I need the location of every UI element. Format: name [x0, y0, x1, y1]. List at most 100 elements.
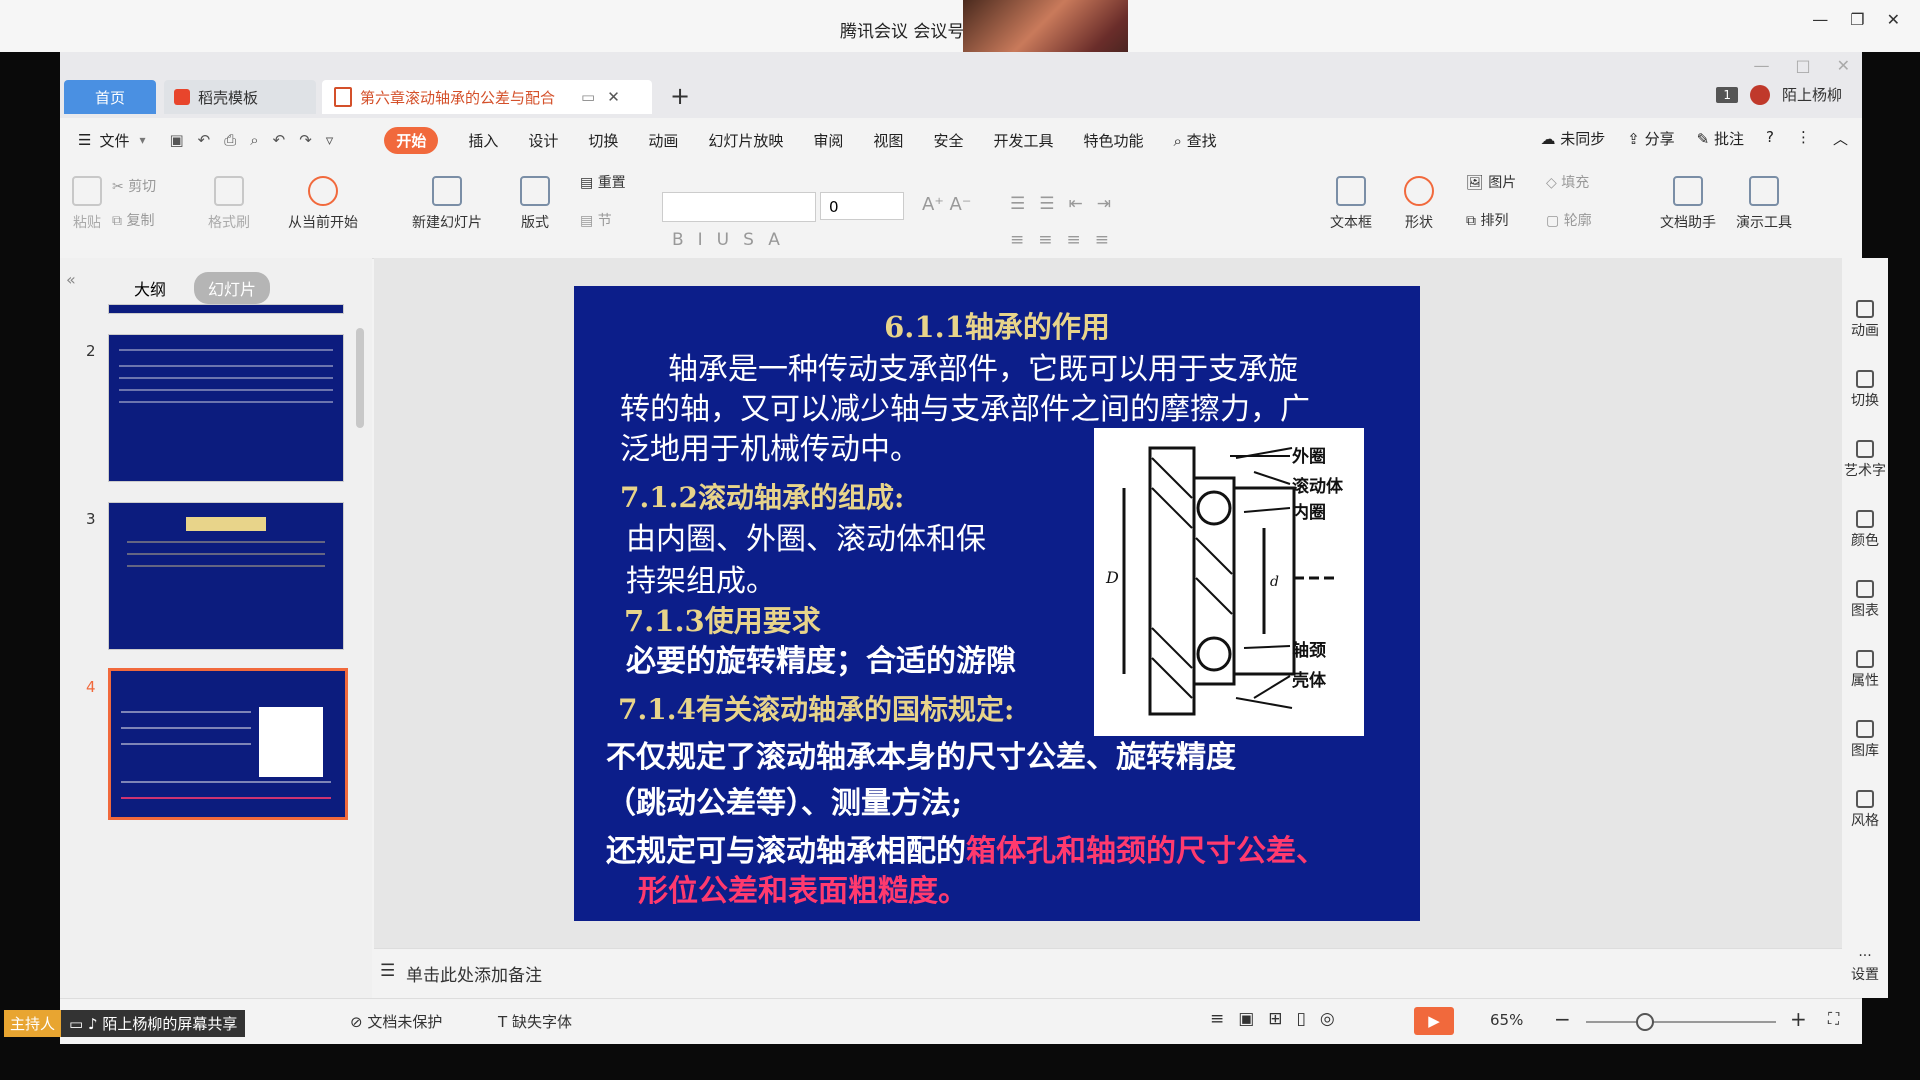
sidebar-style[interactable]: 风格 — [1842, 790, 1888, 830]
play-icon — [308, 176, 338, 206]
reset-button[interactable]: ▤ 重置 — [580, 172, 626, 192]
sidebar-gallery[interactable]: 图库 — [1842, 720, 1888, 760]
copy-button[interactable]: ⧉ 复制 — [112, 210, 154, 230]
user-name[interactable]: 陌上杨柳 — [1782, 84, 1842, 105]
collapse-ribbon-icon[interactable]: ︿ — [1833, 128, 1848, 149]
menu-transition[interactable]: 切换 — [588, 130, 618, 151]
layout-button[interactable]: 版式 — [520, 176, 550, 232]
doc-helper-button[interactable]: 文档助手 — [1660, 176, 1716, 232]
monitor-icon[interactable]: ▭ — [581, 88, 595, 106]
minimize-icon[interactable]: — — [1753, 56, 1769, 75]
slide-thumb-2[interactable] — [108, 334, 344, 482]
close-icon[interactable]: ✕ — [1887, 10, 1900, 29]
present-tools-label: 演示工具 — [1736, 215, 1792, 231]
user-avatar[interactable] — [1749, 84, 1770, 105]
sidebar-chart[interactable]: 图表 — [1842, 580, 1888, 620]
paste-button[interactable]: 粘贴 — [72, 176, 102, 232]
minimize-icon[interactable]: — — [1812, 10, 1828, 29]
notes-icon: ☰ — [380, 961, 396, 981]
present-tools-button[interactable]: 演示工具 — [1736, 176, 1792, 232]
more-icon[interactable]: ⋮ — [1796, 128, 1811, 149]
restore-icon[interactable]: ❐ — [1850, 10, 1864, 29]
menu-slideshow[interactable]: 幻灯片放映 — [708, 130, 783, 151]
tab-template[interactable]: 稻壳模板 — [164, 80, 316, 114]
close-tab-icon[interactable]: ✕ — [607, 88, 620, 106]
slide-thumb-3[interactable] — [108, 502, 344, 650]
close-icon[interactable]: ✕ — [1837, 56, 1850, 75]
zoom-level[interactable]: 65% — [1490, 1011, 1523, 1029]
current-slide[interactable]: 6.1.1轴承的作用 轴承是一种传动支承部件，它既可以用于支承旋 转的轴，又可以… — [574, 286, 1420, 921]
layout-label: 版式 — [521, 215, 549, 231]
slide-text: 由内圈、外圈、滚动体和保 — [626, 522, 986, 557]
fit-window-icon[interactable]: ⛶ — [1828, 1009, 1839, 1029]
notes-area[interactable]: ☰ 单击此处添加备注 — [374, 948, 1842, 999]
zoom-in-icon[interactable]: + — [1790, 1007, 1807, 1031]
slide-thumb-1[interactable] — [108, 304, 344, 314]
image-button[interactable]: 🖼 图片 — [1466, 172, 1516, 192]
zoom-out-icon[interactable]: − — [1554, 1007, 1571, 1031]
chevron-down-icon[interactable]: ▾ — [139, 133, 145, 147]
pane-scrollbar[interactable] — [356, 328, 364, 428]
tab-home[interactable]: 首页 — [64, 80, 156, 114]
sync-button[interactable]: ☁ 未同步 — [1540, 128, 1605, 149]
menu-file[interactable]: 文件 — [99, 130, 129, 151]
tab-document[interactable]: 第六章滚动轴承的公差与配合 ▭ ✕ — [322, 80, 652, 114]
menu-features[interactable]: 特色功能 — [1083, 130, 1143, 151]
view-mode-icons[interactable]: ≡▣⊞▯◎ — [1210, 1009, 1349, 1029]
sidebar-settings[interactable]: ··· 设置 — [1842, 948, 1888, 984]
sidebar-color[interactable]: 颜色 — [1842, 510, 1888, 550]
zoom-slider-handle[interactable] — [1636, 1013, 1654, 1031]
tab-slides[interactable]: 幻灯片 — [194, 272, 271, 304]
help-icon[interactable]: ? — [1766, 128, 1774, 149]
menu-view[interactable]: 视图 — [873, 130, 903, 151]
text-format-icons[interactable]: BIUSA — [672, 230, 794, 250]
paragraph-icons[interactable]: ☰☰⇤⇥ — [1010, 194, 1125, 214]
font-size-select[interactable]: 0 — [820, 192, 904, 220]
alignment-icons[interactable]: ≡≡≡≡ — [1010, 230, 1123, 250]
font-grow-shrink-icons[interactable]: A⁺ A⁻ — [922, 194, 971, 215]
comment-button[interactable]: ✎ 批注 — [1697, 128, 1744, 149]
missing-font-status[interactable]: T 缺失字体 — [498, 1011, 572, 1032]
paste-label: 粘贴 — [73, 215, 101, 231]
slides-pane: « 大纲 幻灯片 2 3 4 + — [60, 258, 372, 1035]
textbox-button[interactable]: 文本框 — [1330, 176, 1372, 232]
from-current-button[interactable]: 从当前开始 — [288, 176, 358, 232]
menu-design[interactable]: 设计 — [528, 130, 558, 151]
notification-badge[interactable]: 1 — [1716, 86, 1738, 103]
format-painter-button[interactable]: 格式刷 — [208, 176, 250, 232]
slide-text: 不仅规定了滚动轴承本身的尺寸公差、旋转精度 — [606, 740, 1236, 775]
from-current-label: 从当前开始 — [288, 215, 358, 231]
menu-start[interactable]: 开始 — [384, 126, 439, 154]
shape-button[interactable]: 形状 — [1404, 176, 1434, 232]
cut-button[interactable]: ✂ 剪切 — [112, 176, 156, 196]
collapse-pane-icon[interactable]: « — [66, 270, 76, 289]
outline-button[interactable]: ▢ 轮廓 — [1546, 210, 1592, 230]
zoom-slider[interactable] — [1586, 1021, 1776, 1023]
hamburger-icon[interactable]: ☰ — [78, 131, 91, 149]
menu-insert[interactable]: 插入 — [468, 130, 498, 151]
sidebar-wordart[interactable]: 艺术字 — [1842, 440, 1888, 480]
sidebar-label: 颜色 — [1851, 533, 1879, 549]
section-button[interactable]: ▤ 节 — [580, 210, 612, 230]
menu-security[interactable]: 安全 — [933, 130, 963, 151]
search-menu[interactable]: ⌕ 查找 — [1173, 130, 1216, 151]
slide-thumb-4[interactable] — [108, 668, 348, 820]
font-family-select[interactable] — [662, 192, 816, 222]
sidebar-animation[interactable]: 动画 — [1842, 300, 1888, 340]
tab-outline[interactable]: 大纲 — [120, 272, 180, 304]
play-slideshow-button[interactable]: ▶ — [1414, 1007, 1454, 1035]
new-slide-button[interactable]: 新建幻灯片 — [412, 176, 482, 232]
tab-bar: — □ ✕ 首页 稻壳模板 第六章滚动轴承的公差与配合 ▭ ✕ + 1 陌上杨柳 — [60, 52, 1862, 118]
menu-animation[interactable]: 动画 — [648, 130, 678, 151]
sidebar-transition[interactable]: 切换 — [1842, 370, 1888, 410]
new-tab-button[interactable]: + — [670, 82, 690, 110]
slide-text: 泛地用于机械传动中。 — [620, 432, 920, 467]
unprotected-status[interactable]: ⊘ 文档未保护 — [350, 1011, 442, 1032]
maximize-icon[interactable]: □ — [1795, 56, 1810, 75]
share-button[interactable]: ⇪ 分享 — [1627, 128, 1674, 149]
arrange-button[interactable]: ⧉ 排列 — [1466, 210, 1508, 230]
fill-button[interactable]: ◇ 填充 — [1546, 172, 1589, 192]
menu-review[interactable]: 审阅 — [813, 130, 843, 151]
menu-developer[interactable]: 开发工具 — [993, 130, 1053, 151]
sidebar-properties[interactable]: 属性 — [1842, 650, 1888, 690]
